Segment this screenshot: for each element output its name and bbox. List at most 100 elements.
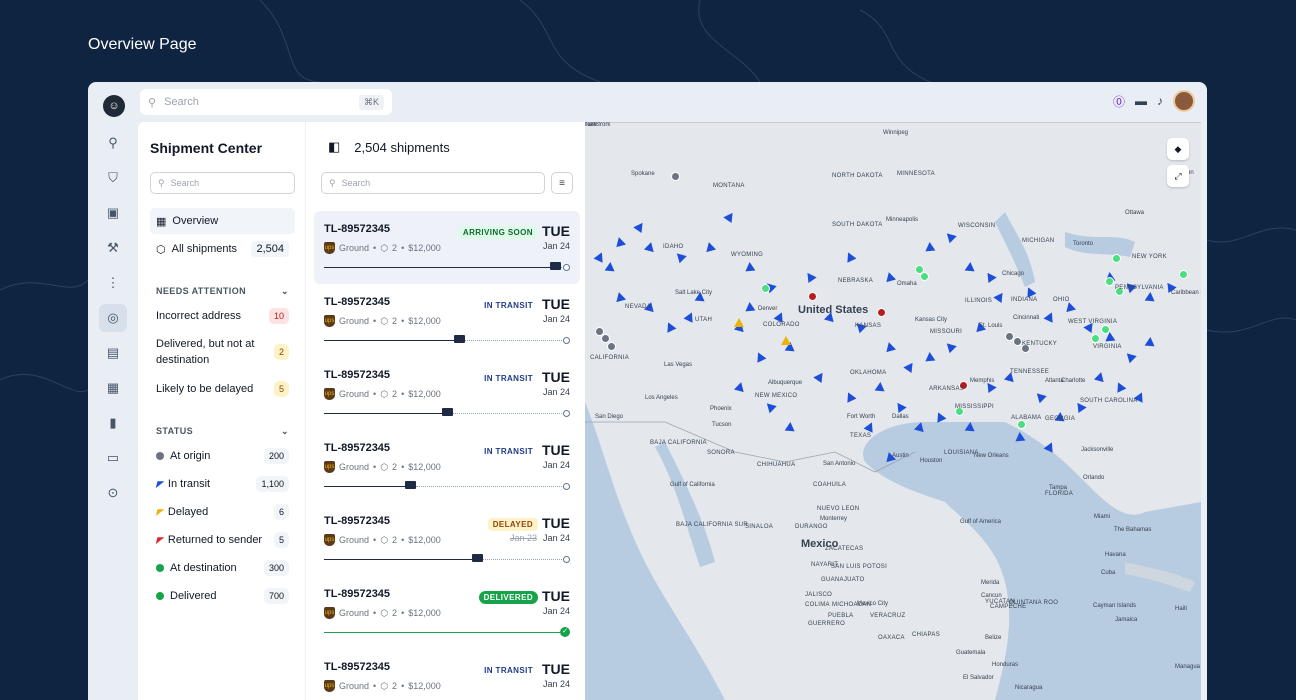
in-transit-marker-icon[interactable] (924, 351, 936, 362)
in-transit-marker-icon[interactable] (1144, 291, 1156, 302)
filter-icon[interactable]: ≡ (551, 172, 573, 194)
in-transit-marker-icon[interactable] (744, 261, 756, 272)
nav-all-shipments[interactable]: ⬡ All shipments 2,504 (150, 236, 295, 262)
rail-wrench-icon[interactable]: ⚒ (99, 234, 127, 262)
destination-marker-icon[interactable] (1112, 254, 1121, 263)
progress-track: ✓ (324, 627, 570, 637)
eta-day: TUE (542, 296, 570, 312)
rail-badge-icon[interactable]: ▣ (99, 199, 127, 227)
map-label: FLORIDA (1045, 491, 1074, 497)
returned-marker-icon[interactable] (877, 308, 886, 317)
rail-document-icon[interactable]: ▦ (99, 374, 127, 402)
avatar[interactable] (1173, 90, 1195, 112)
sidebar-toggle-icon[interactable]: ◧ (328, 139, 340, 155)
attention-item[interactable]: Likely to be delayed 5 (156, 381, 289, 397)
in-transit-marker-icon[interactable] (964, 261, 976, 272)
status-item-returned[interactable]: ◤ Returned to sender 5 (156, 532, 289, 548)
rail-shield-icon[interactable]: ⛉ (99, 164, 127, 192)
map-label: The Bahamas (1114, 527, 1152, 533)
shipment-card[interactable]: TL-89572345 ups Ground • ⬡ 2 • $12,000 I… (314, 649, 580, 700)
in-transit-marker-icon[interactable] (1014, 431, 1026, 442)
shortcut-hint: ⌘K (358, 94, 384, 110)
truck-icon (442, 408, 453, 416)
bell-icon[interactable]: ♪ (1157, 94, 1163, 108)
package-count: 2 (392, 681, 398, 691)
destination-marker-icon[interactable] (761, 284, 770, 293)
in-transit-marker-icon[interactable] (1144, 336, 1156, 347)
global-search[interactable]: ⚲ Search ⌘K (140, 89, 392, 115)
destination-marker-icon[interactable] (1179, 270, 1188, 279)
shipment-card[interactable]: TL-89572345 ups Ground • ⬡ 2 • $12,000 D… (314, 503, 580, 576)
origin-marker-icon[interactable] (607, 342, 616, 351)
map-label: QUINTANA ROO (1009, 600, 1059, 606)
nav-overview[interactable]: ▦ Overview (150, 208, 295, 234)
map-label: Turks (585, 122, 600, 128)
panel-search[interactable]: ⚲ Search (150, 172, 295, 194)
panel-search-input[interactable]: Search (171, 178, 200, 188)
shipment-card[interactable]: TL-89572345 ups Ground • ⬡ 2 • $12,000 I… (314, 430, 580, 503)
map-label: Salt Lake City (675, 290, 713, 296)
destination-marker-icon[interactable] (1091, 334, 1100, 343)
shipment-map[interactable]: Winnipeg Spokane MONTANA NORTH DAKOTA MINNES… (585, 122, 1201, 700)
rail-bar-chart-icon[interactable]: ▮ (99, 409, 127, 437)
status-item-at-destination[interactable]: At destination 300 (156, 560, 289, 576)
in-transit-marker-icon[interactable] (874, 381, 886, 392)
rail-fuel-icon[interactable]: ▤ (99, 339, 127, 367)
attachment-icon[interactable]: ⓪ (1113, 93, 1125, 110)
tracking-id: TL-89572345 (324, 661, 391, 673)
rail-message-icon[interactable]: ▭ (99, 444, 127, 472)
map-label: New Orleans (974, 453, 1009, 459)
old-date: Jan 23 (509, 533, 537, 543)
logo-icon[interactable]: ☺ (103, 95, 125, 117)
shipment-card[interactable]: TL-89572345 ups Ground • ⬡ 2 • $12,000 I… (314, 357, 580, 430)
needs-attention-header[interactable]: NEEDS ATTENTION ⌄ (156, 286, 289, 297)
in-transit-marker-icon[interactable] (784, 421, 796, 432)
map-label: WEST VIRGINIA (1068, 319, 1118, 325)
origin-marker-icon[interactable] (1013, 337, 1022, 346)
expand-icon[interactable]: ⤢ (1167, 165, 1189, 187)
shipment-card[interactable]: TL-89572345 ups Ground • ⬡ 2 • $12,000 D… (314, 576, 580, 649)
delayed-marker-icon[interactable] (781, 336, 791, 345)
origin-marker-icon[interactable] (671, 172, 680, 181)
shipment-search-input[interactable]: Search (342, 178, 371, 188)
global-search-input[interactable]: Search (164, 96, 199, 108)
shipment-card[interactable]: TL-89572345 ups Ground • ⬡ 2 • $12,000 I… (314, 284, 580, 357)
delayed-marker-icon[interactable] (734, 318, 744, 327)
map-label: Albuquerque (768, 380, 803, 386)
status-header[interactable]: STATUS ⌄ (156, 426, 289, 437)
destination-marker-icon[interactable] (1105, 277, 1114, 286)
price: $12,000 (408, 462, 441, 472)
destination-marker-icon[interactable] (1101, 325, 1110, 334)
status-item-delayed[interactable]: ◤ Delayed 6 (156, 504, 289, 520)
shipment-card[interactable]: TL-89572345 ups Ground • ⬡ 2 • $12,000 A… (314, 211, 580, 284)
map-label: Memphis (970, 378, 995, 384)
attention-item[interactable]: Delivered, but not at destination 2 (156, 336, 289, 368)
map-label: PUEBLA (828, 613, 854, 619)
chat-icon[interactable]: ▬ (1135, 94, 1147, 108)
rail-map-pin-icon[interactable]: ⚲ (99, 129, 127, 157)
carrier: Ground (339, 608, 370, 618)
in-transit-marker-icon[interactable] (744, 301, 756, 312)
in-transit-marker-icon[interactable] (924, 241, 936, 252)
in-transit-marker-icon[interactable] (964, 421, 976, 432)
in-transit-marker-icon[interactable] (604, 261, 616, 272)
destination-marker-icon[interactable] (920, 272, 929, 281)
attention-item[interactable]: Incorrect address 10 (156, 308, 289, 324)
status-item-in-transit[interactable]: ◤ In transit 1,100 (156, 476, 289, 492)
map-label: Guatemala (956, 650, 986, 656)
map-label: SONORA (707, 450, 735, 456)
status-item-delivered[interactable]: Delivered 700 (156, 588, 289, 604)
shipment-center-panel: Shipment Center ⚲ Search ▦ Overview ⬡ Al… (138, 122, 305, 700)
attention-label: Incorrect address (156, 310, 241, 322)
destination-marker-icon[interactable] (1017, 420, 1026, 429)
status-item-at-origin[interactable]: At origin 200 (156, 448, 289, 464)
rail-route-icon[interactable]: ⋮ (99, 269, 127, 297)
status-count: 5 (273, 532, 289, 548)
rail-target-icon[interactable]: ◎ (99, 304, 127, 332)
shipment-search[interactable]: ⚲ Search (321, 172, 545, 194)
returned-marker-icon[interactable] (808, 292, 817, 301)
app-window: ☺ ⚲ Search ⌘K ⓪ ▬ ♪ ⚲ ⛉ ▣ ⚒ ⋮ ◎ ▤ ▦ ▮ ▭ … (88, 82, 1207, 700)
tracking-id: TL-89572345 (324, 369, 391, 381)
rail-settings-icon[interactable]: ⊙ (99, 479, 127, 507)
layers-icon[interactable]: ◆ (1167, 138, 1189, 160)
